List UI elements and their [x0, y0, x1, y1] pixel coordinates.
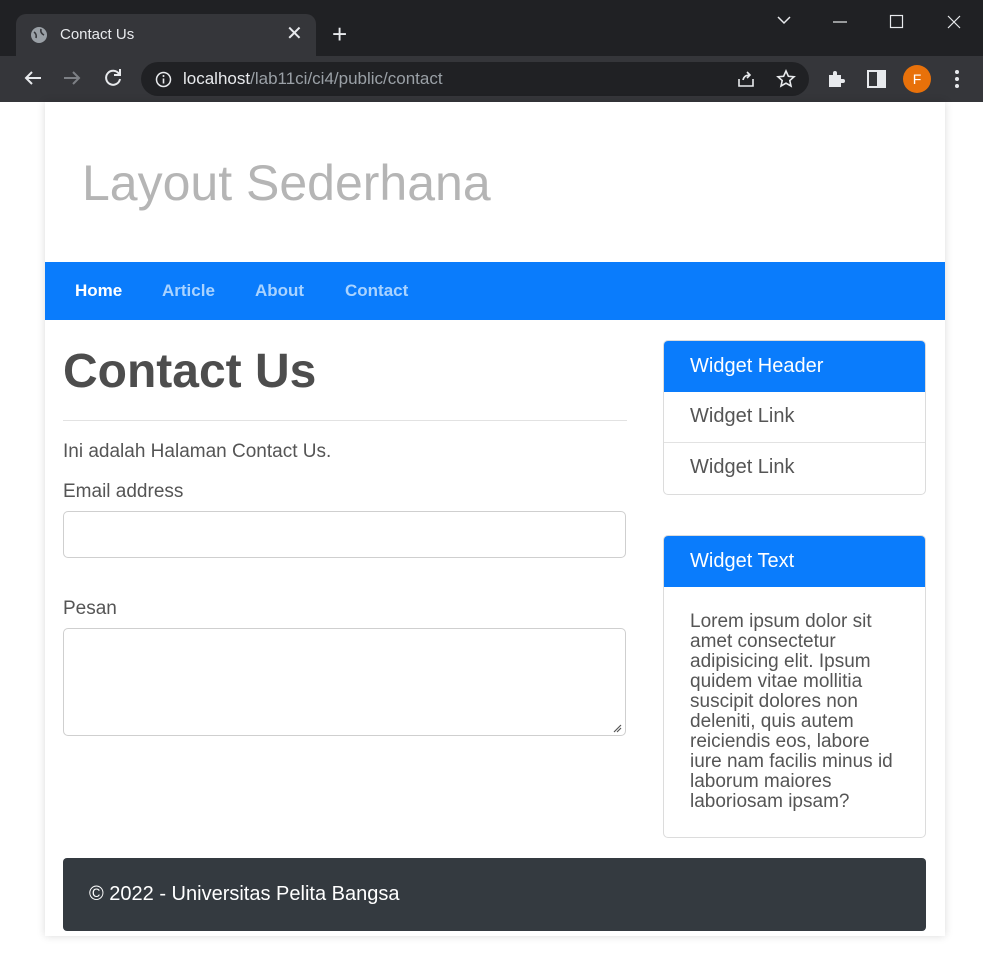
- info-icon[interactable]: [155, 71, 172, 88]
- bookmark-star-icon[interactable]: [776, 69, 796, 89]
- url-host: localhost: [183, 69, 251, 88]
- tab-title: Contact Us: [60, 26, 135, 43]
- site-footer: © 2022 - Universitas Pelita Bangsa: [63, 858, 926, 931]
- email-label: Email address: [63, 481, 184, 502]
- back-icon[interactable]: [21, 66, 45, 90]
- extensions-icon[interactable]: [825, 67, 849, 91]
- close-window-icon[interactable]: [946, 14, 962, 30]
- nav-item-article[interactable]: Article: [162, 281, 215, 301]
- new-tab-icon[interactable]: +: [332, 21, 347, 47]
- widget-text: Widget Text Lorem ipsum dolor sit amet c…: [663, 535, 926, 838]
- nav-item-contact[interactable]: Contact: [345, 281, 408, 301]
- intro-text: Ini adalah Halaman Contact Us.: [63, 441, 332, 462]
- email-field[interactable]: [63, 511, 626, 558]
- browser-toolbar: localhost/lab11ci/ci4/public/contact F: [0, 56, 983, 102]
- browser-tab[interactable]: Contact Us ✕: [16, 14, 316, 56]
- profile-avatar[interactable]: F: [903, 65, 931, 93]
- browser-chrome: Contact Us ✕ + localhost/lab11ci/ci4/pub…: [0, 0, 983, 102]
- main-navbar: Home Article About Contact: [45, 262, 945, 320]
- tab-close-icon[interactable]: ✕: [286, 23, 303, 45]
- minimize-icon[interactable]: [832, 14, 848, 30]
- globe-icon: [31, 27, 47, 43]
- maximize-icon[interactable]: [889, 14, 905, 30]
- tab-search-icon[interactable]: [776, 14, 792, 26]
- address-bar[interactable]: localhost/lab11ci/ci4/public/contact: [141, 62, 809, 96]
- reload-icon[interactable]: [101, 66, 125, 90]
- page-viewport: Layout Sederhana Home Article About Cont…: [0, 102, 983, 963]
- widget-link[interactable]: Widget Link: [664, 392, 925, 443]
- side-panel-icon[interactable]: [865, 67, 889, 91]
- divider: [63, 420, 627, 421]
- page-container: Layout Sederhana Home Article About Cont…: [45, 102, 945, 936]
- message-textarea[interactable]: [63, 628, 626, 736]
- forward-icon[interactable]: [60, 66, 84, 90]
- page-title: Contact Us: [63, 345, 317, 398]
- widget-links: Widget Header Widget Link Widget Link: [663, 340, 926, 495]
- message-label: Pesan: [63, 598, 117, 619]
- widget-link[interactable]: Widget Link: [664, 443, 925, 494]
- url-text: localhost/lab11ci/ci4/public/contact: [183, 69, 443, 89]
- kebab-menu-icon[interactable]: [945, 67, 969, 91]
- widget-header: Widget Header: [664, 341, 925, 392]
- share-icon[interactable]: [736, 70, 756, 88]
- site-title: Layout Sederhana: [82, 155, 491, 211]
- nav-item-home[interactable]: Home: [75, 281, 122, 301]
- url-path: /lab11ci/ci4/public/contact: [250, 69, 443, 88]
- widget-text-body: Lorem ipsum dolor sit amet consectetur a…: [690, 611, 893, 812]
- nav-item-about[interactable]: About: [255, 281, 304, 301]
- widget-text-header: Widget Text: [664, 536, 925, 587]
- resize-handle-icon[interactable]: [612, 723, 622, 733]
